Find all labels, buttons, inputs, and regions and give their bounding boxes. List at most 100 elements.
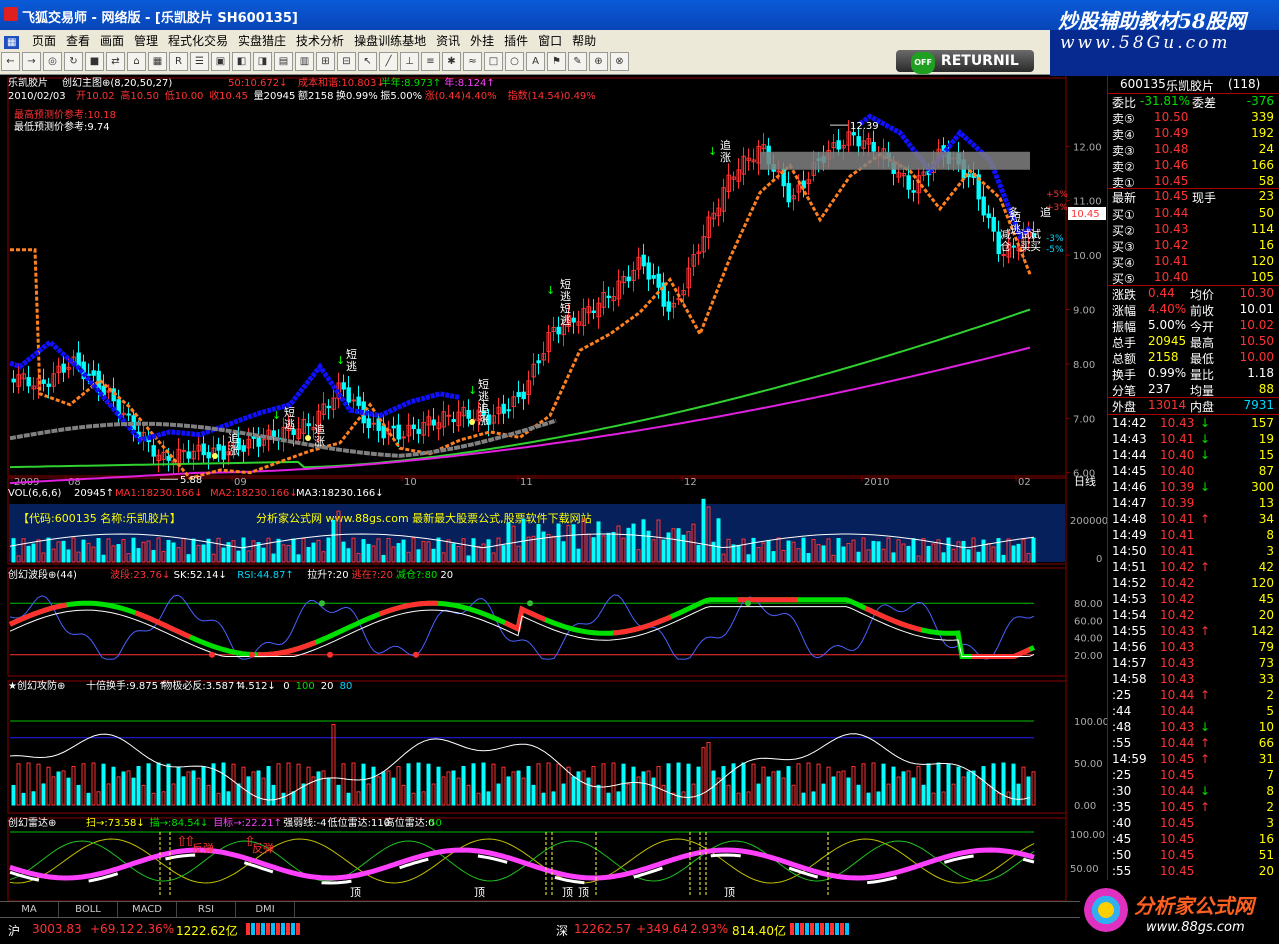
tick-row[interactable]: :55 10.45 20 xyxy=(1110,864,1278,880)
toolbar-icon-2[interactable]: ◎ xyxy=(43,52,62,71)
tick-row[interactable]: :40 10.45 3 xyxy=(1110,816,1278,832)
buy-row[interactable]: 买④ 10.41 120 xyxy=(1110,254,1278,270)
tick-row[interactable]: 14:43 10.41 ↓ 19 xyxy=(1110,432,1278,448)
stat-row[interactable]: 振幅 5.00% 今开 10.02 xyxy=(1110,318,1278,334)
toolbar-icon-9[interactable]: ☰ xyxy=(190,52,209,71)
toolbar-icon-8[interactable]: R xyxy=(169,52,188,71)
tab-dmi[interactable]: DMI xyxy=(236,902,295,918)
toolbar-icon-27[interactable]: ✎ xyxy=(568,52,587,71)
toolbar-icon-24[interactable]: ○ xyxy=(505,52,524,71)
toolbar-icon-10[interactable]: ▣ xyxy=(211,52,230,71)
toolbar-icon-22[interactable]: ≈ xyxy=(463,52,482,71)
menu-item-11[interactable]: 窗口 xyxy=(533,30,567,51)
toolbar-icon-12[interactable]: ◨ xyxy=(253,52,272,71)
tick-row[interactable]: :25 10.44 ↑ 2 xyxy=(1110,688,1278,704)
weibi-row[interactable]: 委比 -31.81% 委差 -376 xyxy=(1110,94,1278,110)
toolbar-icon-4[interactable]: ■ xyxy=(85,52,104,71)
tick-row[interactable]: :48 10.43 ↓ 10 xyxy=(1110,720,1278,736)
tab-rsi[interactable]: RSI xyxy=(177,902,236,918)
outer-inner-row[interactable]: 外盘 13014 内盘 7931 xyxy=(1110,398,1278,414)
menu-item-1[interactable]: 查看 xyxy=(61,30,95,51)
toolbar-icon-21[interactable]: ✱ xyxy=(442,52,461,71)
tick-row[interactable]: 14:48 10.41 ↑ 34 xyxy=(1110,512,1278,528)
stat-row[interactable]: 分笔 237 均量 88 xyxy=(1110,382,1278,398)
toolbar-icon-20[interactable]: ≡ xyxy=(421,52,440,71)
toolbar-icon-25[interactable]: A xyxy=(526,52,545,71)
toolbar-icon-6[interactable]: ⌂ xyxy=(127,52,146,71)
buy-row[interactable]: 买③ 10.42 16 xyxy=(1110,238,1278,254)
toolbar-icon-17[interactable]: ↖ xyxy=(358,52,377,71)
toolbar-icon-13[interactable]: ▤ xyxy=(274,52,293,71)
tick-row[interactable]: 14:57 10.43 73 xyxy=(1110,656,1278,672)
menu-item-7[interactable]: 操盘训练基地 xyxy=(349,30,431,51)
menu-item-12[interactable]: 帮助 xyxy=(567,30,601,51)
tick-row[interactable]: :55 10.44 ↑ 66 xyxy=(1110,736,1278,752)
menu-item-3[interactable]: 管理 xyxy=(129,30,163,51)
toolbar-icon-1[interactable]: → xyxy=(22,52,41,71)
toolbar-icon-19[interactable]: ⊥ xyxy=(400,52,419,71)
toolbar-icon-26[interactable]: ⚑ xyxy=(547,52,566,71)
tick-row[interactable]: 14:44 10.40 ↓ 15 xyxy=(1110,448,1278,464)
menu-item-4[interactable]: 程式化交易 xyxy=(163,30,233,51)
tab-boll[interactable]: BOLL xyxy=(59,902,118,918)
buy-row[interactable]: 买② 10.43 114 xyxy=(1110,222,1278,238)
tick-row[interactable]: 14:55 10.43 ↑ 142 xyxy=(1110,624,1278,640)
menu-item-6[interactable]: 技术分析 xyxy=(291,30,349,51)
menu-item-2[interactable]: 画面 xyxy=(95,30,129,51)
sell-row[interactable]: 卖⑤ 10.50 339 xyxy=(1110,110,1278,126)
tick-row[interactable]: 14:45 10.40 87 xyxy=(1110,464,1278,480)
menu-item-5[interactable]: 实盘猎庄 xyxy=(233,30,291,51)
latest-row[interactable]: 最新 10.45 现手 23 xyxy=(1110,189,1278,205)
stat-row[interactable]: 涨跌 0.44 均价 10.30 xyxy=(1110,286,1278,302)
tick-row[interactable]: :44 10.44 5 xyxy=(1110,704,1278,720)
sell-row[interactable]: 卖② 10.46 166 xyxy=(1110,158,1278,174)
toolbar-icon-16[interactable]: ⊟ xyxy=(337,52,356,71)
toolbar-icon-5[interactable]: ⇄ xyxy=(106,52,125,71)
toolbar-icon-14[interactable]: ▥ xyxy=(295,52,314,71)
tick-row[interactable]: 14:47 10.39 13 xyxy=(1110,496,1278,512)
menu-item-9[interactable]: 外挂 xyxy=(465,30,499,51)
toolbar-icon-29[interactable]: ⊗ xyxy=(610,52,629,71)
returnil-button[interactable]: OFF RETURNIL xyxy=(896,50,1034,74)
toolbar-icon-11[interactable]: ◧ xyxy=(232,52,251,71)
tick-row[interactable]: :35 10.45 ↑ 2 xyxy=(1110,800,1278,816)
menu-item-0[interactable]: 页面 xyxy=(27,30,61,51)
toolbar-icon-28[interactable]: ⊕ xyxy=(589,52,608,71)
stat-row[interactable]: 换手 0.99% 量比 1.18 xyxy=(1110,366,1278,382)
tick-row[interactable]: :30 10.44 ↓ 8 xyxy=(1110,784,1278,800)
stat-row[interactable]: 总额 2158 最低 10.00 xyxy=(1110,350,1278,366)
toolbar-icon-7[interactable]: ▦ xyxy=(148,52,167,71)
toolbar-icon-23[interactable]: □ xyxy=(484,52,503,71)
menu-item-10[interactable]: 插件 xyxy=(499,30,533,51)
tick-row[interactable]: 14:50 10.41 3 xyxy=(1110,544,1278,560)
buy-row[interactable]: 买① 10.44 50 xyxy=(1110,206,1278,222)
tick-row[interactable]: :25 10.45 7 xyxy=(1110,768,1278,784)
buy-row[interactable]: 买⑤ 10.40 105 xyxy=(1110,270,1278,286)
quote-header[interactable]: 600135 乐凯胶片 (118) xyxy=(1110,77,1278,93)
tick-row[interactable]: 14:42 10.43 ↓ 157 xyxy=(1110,416,1278,432)
menu-icon[interactable]: ▦ xyxy=(4,36,20,49)
tab-ma[interactable]: MA xyxy=(0,902,59,918)
tick-row[interactable]: 14:58 10.43 33 xyxy=(1110,672,1278,688)
tick-row[interactable]: 14:46 10.39 ↓ 300 xyxy=(1110,480,1278,496)
toolbar-icon-0[interactable]: ← xyxy=(1,52,20,71)
tick-row[interactable]: :50 10.45 51 xyxy=(1110,848,1278,864)
sell-row[interactable]: 卖③ 10.48 24 xyxy=(1110,142,1278,158)
tick-row[interactable]: 14:53 10.42 45 xyxy=(1110,592,1278,608)
stat-row[interactable]: 总手 20945 最高 10.50 xyxy=(1110,334,1278,350)
tick-row[interactable]: 14:56 10.43 79 xyxy=(1110,640,1278,656)
stat-row[interactable]: 涨幅 4.40% 前收 10.01 xyxy=(1110,302,1278,318)
toolbar-icon-18[interactable]: ╱ xyxy=(379,52,398,71)
chart-area[interactable]: 乐凯胶片 创幻主图⊕(8,20,50,27) 50:10.672↓ 成本和谐:10.8… xyxy=(0,76,1107,901)
tick-row[interactable]: 14:49 10.41 8 xyxy=(1110,528,1278,544)
tick-row[interactable]: 14:52 10.42 120 xyxy=(1110,576,1278,592)
menu-item-8[interactable]: 资讯 xyxy=(431,30,465,51)
sell-row[interactable]: 卖④ 10.49 192 xyxy=(1110,126,1278,142)
tick-row[interactable]: 14:51 10.42 ↑ 42 xyxy=(1110,560,1278,576)
tick-row[interactable]: 14:59 10.45 ↑ 31 xyxy=(1110,752,1278,768)
tick-row[interactable]: 14:54 10.42 20 xyxy=(1110,608,1278,624)
toolbar-icon-15[interactable]: ⊞ xyxy=(316,52,335,71)
tab-macd[interactable]: MACD xyxy=(118,902,177,918)
tick-row[interactable]: :45 10.45 16 xyxy=(1110,832,1278,848)
toolbar-icon-3[interactable]: ↻ xyxy=(64,52,83,71)
